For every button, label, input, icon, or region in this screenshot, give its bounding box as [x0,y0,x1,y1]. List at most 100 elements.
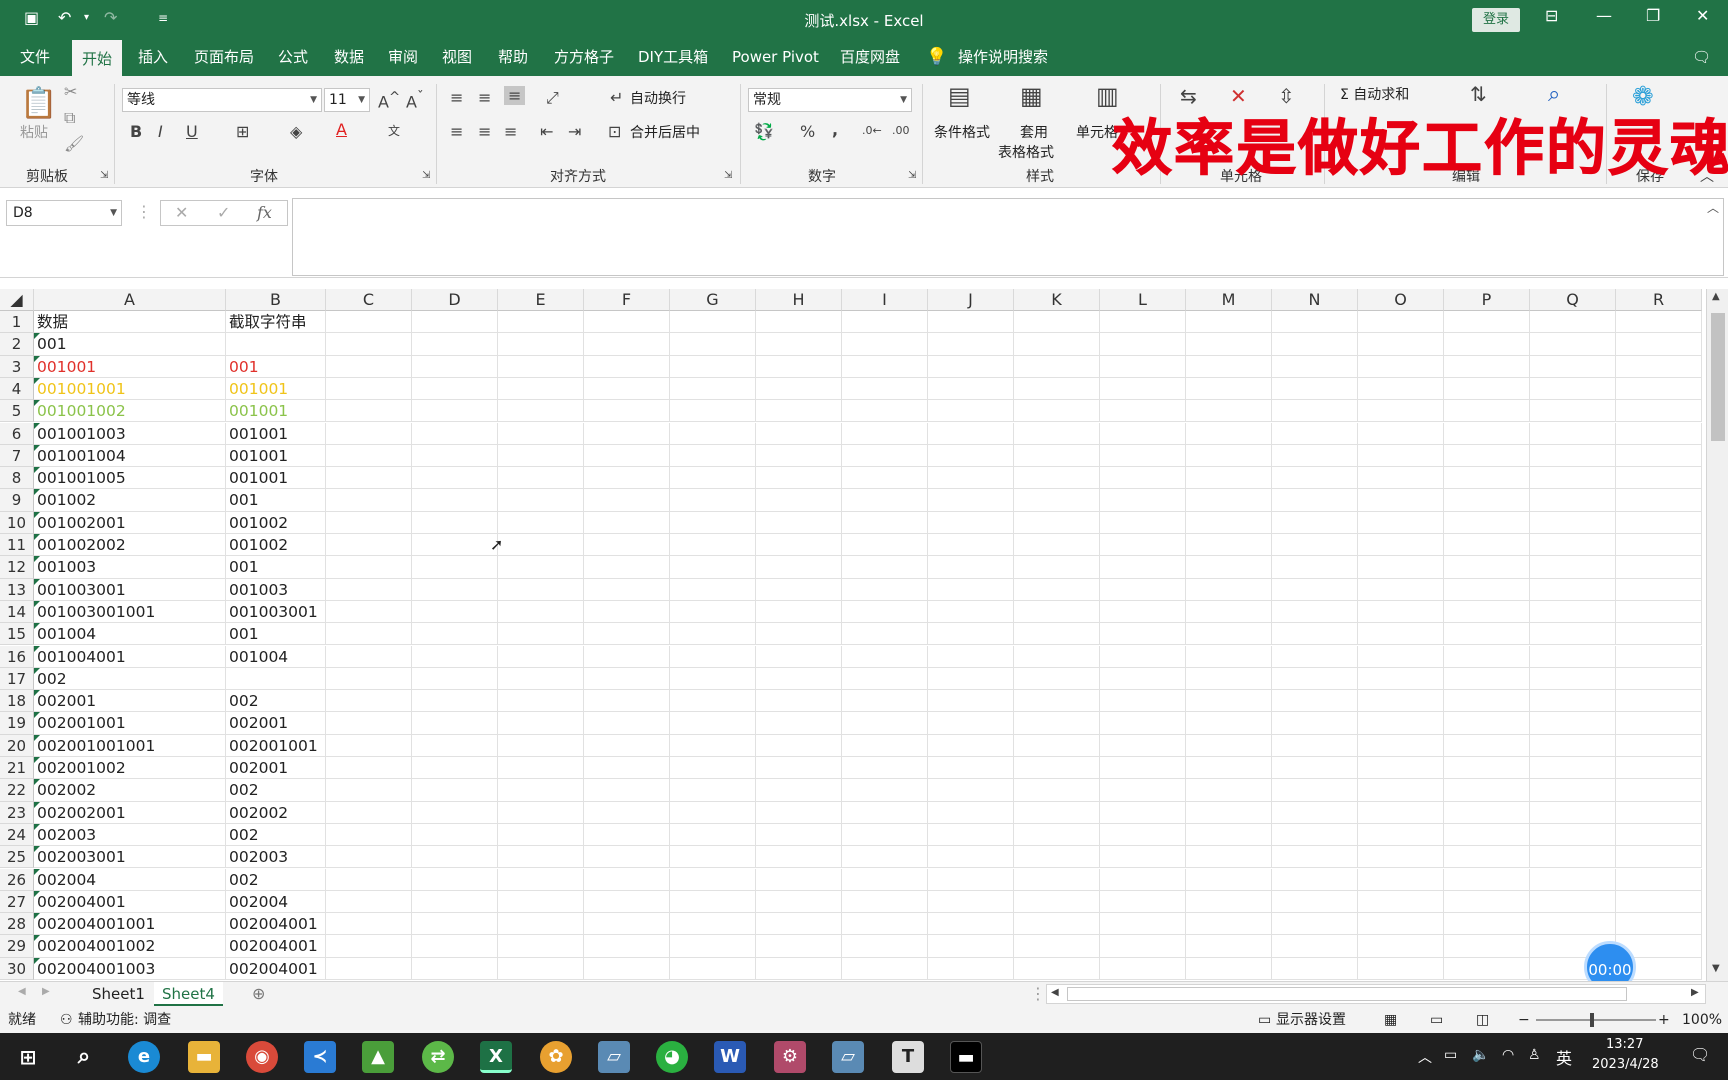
column-header-c[interactable]: C [326,289,412,311]
cell-substring[interactable] [226,333,326,356]
align-bottom-icon[interactable]: ≡ [504,86,526,105]
cell-empty[interactable] [584,556,670,579]
cell-empty[interactable] [1358,355,1444,378]
cell-empty[interactable] [412,645,498,668]
increase-indent-icon[interactable]: ⇥ [568,122,581,141]
cell-empty[interactable] [498,355,584,378]
cell-empty[interactable] [1444,355,1530,378]
cell-empty[interactable] [670,355,756,378]
cell-empty[interactable] [670,779,756,802]
enter-icon[interactable]: ✓ [217,203,230,222]
cell-empty[interactable] [928,333,1014,356]
cell-empty[interactable] [670,467,756,490]
cell-empty[interactable] [326,868,412,891]
row-header[interactable]: 15 [0,623,34,646]
ime-indicator[interactable]: 英 [1556,1045,1572,1069]
cell-empty[interactable] [756,355,842,378]
cell-empty[interactable] [326,690,412,713]
file-explorer-icon[interactable]: ▬ [188,1041,220,1073]
column-header-j[interactable]: J [928,289,1014,311]
cell-empty[interactable] [1444,690,1530,713]
cell-empty[interactable] [1186,311,1272,334]
cell-empty[interactable] [1444,913,1530,936]
cell-empty[interactable] [412,823,498,847]
cell-empty[interactable] [1186,779,1272,802]
cell-empty[interactable] [1272,444,1358,468]
conditional-format-icon[interactable]: ▤ [948,82,971,110]
cell-empty[interactable] [326,757,412,780]
cell-empty[interactable] [1358,868,1444,891]
cell-empty[interactable] [1014,377,1100,401]
cell-empty[interactable] [326,377,412,401]
cell-empty[interactable] [842,489,928,512]
cell-empty[interactable] [1616,734,1702,757]
cell-empty[interactable] [498,801,584,824]
cell-empty[interactable] [1186,935,1272,958]
cell-empty[interactable] [670,868,756,891]
cell-empty[interactable] [670,556,756,579]
cell-empty[interactable] [928,823,1014,847]
cell-empty[interactable] [584,623,670,646]
cell-empty[interactable] [1186,578,1272,601]
cell-empty[interactable] [1358,823,1444,847]
horizontal-scrollbar[interactable]: ◀ ▶ [1046,984,1706,1004]
cell-empty[interactable] [1530,511,1616,534]
cell-empty[interactable] [412,489,498,512]
cell-empty[interactable] [1014,511,1100,534]
comma-style-icon[interactable]: , [832,120,838,139]
cell-empty[interactable] [1100,712,1186,735]
cell-empty[interactable] [412,333,498,356]
cell-empty[interactable] [842,890,928,914]
cell-empty[interactable] [756,667,842,691]
row-header[interactable]: 10 [0,511,34,534]
cell-empty[interactable] [928,511,1014,534]
cell-empty[interactable] [1530,377,1616,401]
cell-empty[interactable] [1014,757,1100,780]
cell-empty[interactable] [1100,355,1186,378]
cell-empty[interactable] [584,467,670,490]
vertical-scrollbar[interactable]: ▲ ▼ [1706,289,1728,981]
cell-empty[interactable] [1272,534,1358,557]
cell-empty[interactable] [1014,645,1100,668]
cell-substring[interactable]: 002004001 [226,913,326,936]
cell-empty[interactable] [1444,333,1530,356]
edge-icon[interactable]: e [128,1041,160,1073]
cell-substring[interactable]: 001004 [226,645,326,668]
cell-empty[interactable] [842,868,928,891]
row-header[interactable]: 14 [0,600,34,624]
cell-empty[interactable] [756,801,842,824]
cell-empty[interactable] [1272,801,1358,824]
tab-diy-toolbox[interactable]: DIY工具箱 [638,38,708,76]
cell-empty[interactable] [1100,757,1186,780]
cell-empty[interactable] [1358,556,1444,579]
cell-empty[interactable] [584,957,670,980]
cell-empty[interactable] [1616,444,1702,468]
cell-empty[interactable] [1444,757,1530,780]
cell-substring[interactable]: 002001 [226,757,326,780]
cell-empty[interactable] [756,511,842,534]
column-header-b[interactable]: B [226,289,326,311]
clock-date[interactable]: 2023/4/28 [1592,1057,1659,1072]
cell-substring[interactable]: 001 [226,556,326,579]
cell-empty[interactable] [412,890,498,914]
cell-empty[interactable] [412,846,498,869]
tab-file[interactable]: 文件 [20,38,50,76]
format-painter-icon[interactable]: 🖌 [64,134,84,153]
cell-empty[interactable] [1616,645,1702,668]
cell-data[interactable]: 002004001003 [34,957,226,980]
windows-start-icon[interactable]: ⊞ [12,1041,44,1073]
cell-empty[interactable] [584,667,670,691]
cell-empty[interactable] [1186,355,1272,378]
ribbon-display-icon[interactable]: ⊟ [1545,6,1558,25]
cell-empty[interactable] [1616,868,1702,891]
cell-empty[interactable] [1014,734,1100,757]
cell-substring[interactable]: 002001 [226,712,326,735]
cell-empty[interactable] [842,779,928,802]
row-header[interactable]: 2 [0,333,34,356]
cell-empty[interactable] [584,779,670,802]
cell-empty[interactable] [1186,823,1272,847]
cell-empty[interactable] [1100,890,1186,914]
cell-empty[interactable] [1014,333,1100,356]
row-header[interactable]: 1 [0,311,34,334]
cell-empty[interactable] [1272,734,1358,757]
